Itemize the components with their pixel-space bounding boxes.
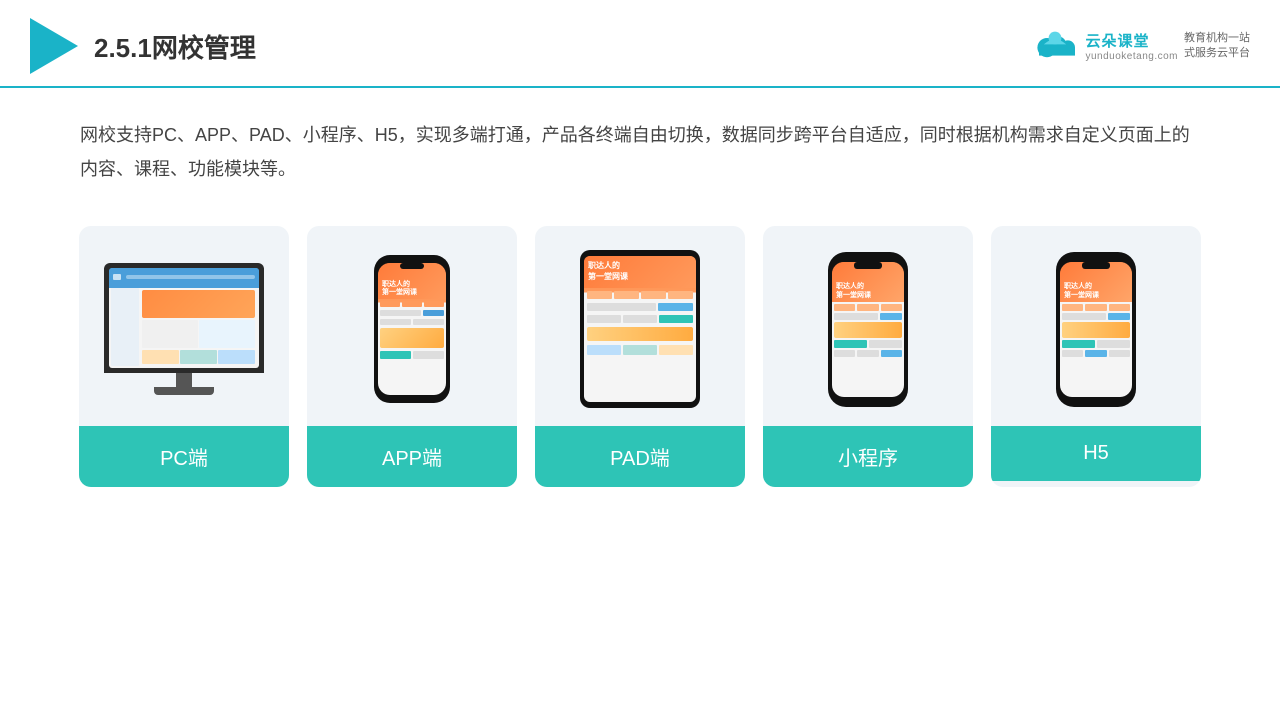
card-pc-image	[79, 226, 289, 426]
brand-logo: 云朵课堂 yunduoketang.com 教育机构一站式服务云平台	[1031, 30, 1250, 62]
card-miniapp: 职达人的第一堂网课	[763, 226, 973, 487]
page-title: 2.5.1网校管理	[94, 28, 256, 65]
cloud-logo-icon	[1031, 30, 1079, 62]
card-app-image: 职达人的第一堂网课	[307, 226, 517, 426]
card-app: 职达人的第一堂网课	[307, 226, 517, 487]
header-left: 2.5.1网校管理	[30, 18, 256, 74]
logo-text-group: 云朵课堂 yunduoketang.com	[1085, 30, 1178, 62]
phone-mockup-app: 职达人的第一堂网课	[374, 255, 450, 403]
logo-name: 云朵课堂	[1085, 30, 1178, 51]
mini-phone-h5: 职达人的第一堂网课	[1056, 252, 1136, 407]
card-h5-label: H5	[991, 426, 1201, 481]
tablet-mockup: 职达人的第一堂网课	[580, 250, 700, 408]
card-pad-label: PAD端	[535, 426, 745, 487]
pc-mockup	[104, 263, 264, 395]
description-text: 网校支持PC、APP、PAD、小程序、H5，实现多端打通，产品各终端自由切换，数…	[0, 88, 1280, 206]
header: 2.5.1网校管理 云朵课堂 yunduoketang.com 教育机构一站式服…	[0, 0, 1280, 88]
card-pc-label: PC端	[79, 426, 289, 487]
card-h5: 职达人的第一堂网课	[991, 226, 1201, 487]
card-pad: 职达人的第一堂网课	[535, 226, 745, 487]
card-miniapp-label: 小程序	[763, 426, 973, 487]
card-app-label: APP端	[307, 426, 517, 487]
card-miniapp-image: 职达人的第一堂网课	[763, 226, 973, 426]
logo-slogan: 教育机构一站式服务云平台	[1184, 31, 1250, 62]
card-pc: PC端	[79, 226, 289, 487]
logo-icon-group: 云朵课堂 yunduoketang.com 教育机构一站式服务云平台	[1031, 30, 1250, 62]
logo-url: yunduoketang.com	[1085, 51, 1178, 62]
mini-phone-miniapp: 职达人的第一堂网课	[828, 252, 908, 407]
brand-triangle-icon	[30, 18, 78, 74]
card-h5-image: 职达人的第一堂网课	[991, 226, 1201, 426]
card-pad-image: 职达人的第一堂网课	[535, 226, 745, 426]
platform-cards: PC端 职达人的第一堂网课	[0, 206, 1280, 507]
